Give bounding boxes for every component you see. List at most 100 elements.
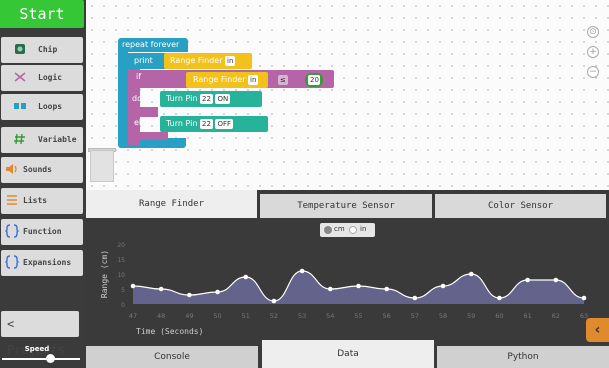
category-label: Sounds	[23, 165, 52, 174]
data-point	[130, 283, 136, 289]
turn-pin-label: Turn Pin	[166, 94, 198, 103]
data-point	[525, 277, 530, 283]
category-sounds[interactable]: Sounds	[1, 157, 83, 183]
do-label: do	[132, 94, 142, 103]
repeat-label: repeat forever	[122, 40, 180, 49]
x-tick-label: 61	[523, 312, 531, 320]
tab-python[interactable]: Python	[437, 346, 609, 368]
x-tick-label: 58	[439, 312, 447, 320]
range-finder-condition-block[interactable]: Range Finder in	[186, 72, 268, 88]
data-point	[158, 286, 164, 292]
tab-temperature-sensor[interactable]: Temperature Sensor	[260, 194, 432, 218]
x-tick-label: 48	[157, 312, 165, 320]
speed-label: Speed	[24, 345, 50, 353]
data-point	[440, 283, 446, 289]
zoom-in-icon[interactable]: +	[587, 46, 599, 58]
data-point	[215, 289, 220, 295]
sounds-icon	[6, 164, 17, 174]
zoom-out-icon[interactable]: −	[587, 66, 599, 78]
lists-icon	[7, 195, 17, 205]
range-unit-dropdown[interactable]: in	[248, 74, 259, 85]
print-label: print	[134, 56, 153, 65]
tab-color-sensor[interactable]: Color Sensor	[435, 194, 606, 218]
pin-state-dropdown[interactable]: ON	[215, 93, 231, 104]
range-chart: 0 5 10 15 20 47 48 49 50 51 52 53 54 55 56 57 58 59 60 61 62…	[100, 242, 588, 336]
x-tick-label: 57	[411, 312, 419, 320]
range-unit-dropdown[interactable]: in	[225, 55, 236, 66]
tab-data[interactable]: Data	[262, 340, 434, 368]
unit-radio-cm[interactable]	[324, 226, 332, 234]
repeat-block-arm	[118, 52, 128, 140]
compare-value[interactable]: 20	[308, 75, 320, 85]
recenter-icon[interactable]: ⊙	[587, 26, 599, 38]
turn-pin-on-block[interactable]: Turn Pin 22 ON	[160, 91, 262, 107]
y-axis-label: Range (cm)	[100, 250, 109, 298]
category-label: Variable	[38, 135, 77, 144]
tab-console[interactable]: Console	[86, 346, 258, 368]
tab-range-finder[interactable]: Range Finder	[86, 190, 257, 218]
projects-button[interactable]: < Projects	[1, 311, 79, 357]
expand-panel-button[interactable]: ‹	[586, 318, 609, 342]
data-point	[412, 295, 418, 301]
expansions-icon	[5, 255, 19, 269]
category-loops[interactable]: Loops	[1, 94, 83, 120]
category-expansions[interactable]: Expansions	[1, 250, 83, 276]
x-tick-label: 60	[495, 312, 503, 320]
loops-icon	[14, 103, 26, 109]
unit-radio-in[interactable]	[349, 226, 357, 234]
pin-state-dropdown[interactable]: OFF	[215, 118, 234, 129]
category-lists[interactable]: Lists	[1, 188, 83, 214]
y-tick-label: 5	[121, 287, 125, 294]
turn-pin-off-block[interactable]: Turn Pin 22 OFF	[160, 116, 268, 132]
y-tick-label: 15	[117, 257, 125, 264]
data-point	[553, 277, 559, 283]
start-button[interactable]: Start	[0, 0, 84, 28]
data-point	[271, 298, 277, 304]
category-function[interactable]: Function	[1, 219, 83, 245]
x-tick-label: 52	[270, 312, 278, 320]
turn-pin-label: Turn Pin	[166, 119, 198, 128]
x-tick-label: 50	[213, 312, 221, 320]
range-finder-label: Range Finder	[193, 75, 246, 84]
x-tick-label: 54	[326, 312, 334, 320]
compare-operator-dropdown[interactable]: ≤	[278, 75, 288, 85]
bottom-tabs: Console Data Python	[86, 340, 609, 368]
repeat-forever-block[interactable]: repeat forever	[118, 38, 188, 52]
variable-icon	[14, 133, 25, 145]
sidebar: Start Chip Logic Loops Variable Sounds L…	[0, 0, 86, 368]
range-finder-block[interactable]: Range Finder in	[164, 53, 252, 69]
category-variable[interactable]: Variable	[1, 127, 83, 153]
speed-slider-track[interactable]	[2, 358, 80, 360]
x-tick-label: 59	[467, 312, 475, 320]
speed-slider-knob[interactable]	[45, 354, 55, 363]
x-tick-label: 49	[185, 312, 193, 320]
x-tick-label: 62	[552, 312, 560, 320]
category-label: Loops	[38, 102, 63, 111]
category-label: Chip	[38, 45, 58, 54]
category-label: Logic	[38, 73, 63, 82]
function-icon	[5, 224, 19, 238]
chip-icon	[15, 44, 25, 54]
print-block[interactable]: print	[128, 53, 166, 69]
compare-value-block[interactable]: 20	[305, 73, 323, 87]
pin-number-dropdown[interactable]: 22	[200, 93, 213, 104]
trash-icon[interactable]	[90, 150, 114, 182]
category-chip[interactable]: Chip	[1, 37, 83, 63]
category-logic[interactable]: Logic	[1, 65, 83, 91]
sensor-tabs: Range Finder Temperature Sensor Color Se…	[86, 190, 609, 220]
block-workspace[interactable]: repeat forever print Range Finder in if …	[86, 0, 609, 190]
range-finder-label: Range Finder	[170, 56, 223, 65]
pin-number-dropdown[interactable]: 22	[200, 118, 213, 129]
y-tick-label: 20	[117, 242, 125, 249]
x-tick-label: 55	[354, 312, 362, 320]
x-tick-label: 56	[383, 312, 391, 320]
if-label: if	[136, 72, 142, 81]
logic-icon	[14, 72, 26, 82]
unit-option-in: in	[360, 225, 367, 233]
y-tick-label: 10	[117, 272, 125, 279]
x-tick-label: 51	[242, 312, 250, 320]
category-label: Function	[23, 227, 62, 236]
x-axis-label: Time (Seconds)	[136, 327, 203, 336]
data-point	[468, 271, 474, 277]
unit-toggle[interactable]: cm in	[320, 223, 375, 237]
